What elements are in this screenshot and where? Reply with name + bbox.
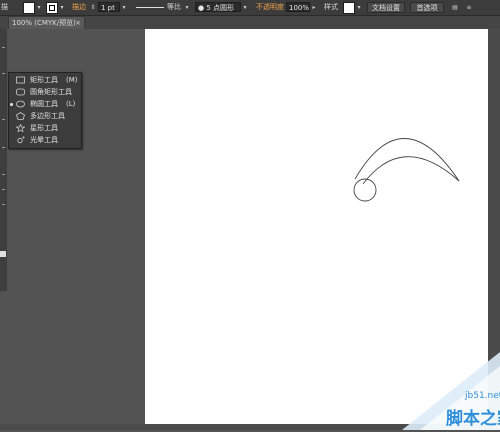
document-tab-label: 100% (CMYK/预览)	[12, 19, 76, 27]
document-tab[interactable]: 100% (CMYK/预览) ×	[8, 16, 85, 29]
watermark-brand: 脚本之家	[446, 409, 500, 429]
tools-panel	[0, 29, 7, 291]
flyout-item-rectangle[interactable]: 矩形工具 (M)	[9, 74, 81, 86]
selected-indicator-icon	[10, 103, 13, 106]
fill-swatch[interactable]	[23, 2, 35, 14]
stroke-profile-line	[136, 7, 164, 8]
stroke-weight-field[interactable]: 1 pt	[98, 2, 120, 12]
brush-label: 5 点圆形	[206, 4, 235, 12]
tool-grip-icon[interactable]	[2, 189, 5, 190]
flyout-item-star[interactable]: 星形工具	[9, 122, 81, 134]
flyout-item-polygon[interactable]: 多边形工具	[9, 110, 81, 122]
style-dropdown-icon[interactable]: ▾	[356, 3, 362, 12]
flyout-item-shortcut: (M)	[66, 76, 78, 84]
opacity-field[interactable]: 100%	[286, 2, 310, 12]
flyout-item-label: 多边形工具	[30, 112, 65, 120]
flyout-item-label: 椭圆工具	[30, 100, 58, 108]
crescent-shape[interactable]	[354, 138, 460, 185]
close-icon[interactable]: ×	[75, 17, 81, 29]
stroke-dropdown-icon[interactable]: ▾	[59, 3, 65, 12]
star-icon	[15, 123, 26, 133]
control-bar: 描 ▾ ▾ 描边 ⇕ 1 pt ▾ 等比 ▾ ● 5 点圆形 ▾ 不透明度 10…	[0, 0, 500, 16]
site-watermark: jb51.net 脚本之家	[402, 352, 500, 430]
tool-grip-icon[interactable]	[2, 147, 5, 148]
circle-shape[interactable]	[353, 178, 377, 202]
brush-dropdown-icon[interactable]: ▾	[242, 3, 248, 12]
flare-icon	[16, 136, 25, 144]
style-label: 样式	[324, 3, 338, 11]
tool-grip-icon[interactable]	[2, 119, 5, 120]
tool-grip-icon[interactable]	[2, 73, 5, 74]
rectangle-icon	[16, 76, 25, 84]
control-bar-label: 描	[1, 3, 8, 11]
shape-tool-flyout: 矩形工具 (M) 圆角矩形工具 椭圆工具 (L) 多边形工具 星形工具 光晕工具	[8, 72, 82, 149]
stroke-stepper-icon[interactable]: ⇕	[90, 3, 96, 12]
brush-dot-icon: ●	[198, 4, 205, 12]
arrange-documents-icon[interactable]: ▤	[452, 3, 458, 12]
flyout-item-label: 星形工具	[30, 124, 58, 132]
stroke-weight-dropdown-icon[interactable]: ▾	[121, 3, 127, 12]
stroke-profile-label[interactable]: 等比	[167, 2, 181, 13]
stroke-box-icon	[49, 5, 55, 11]
flyout-item-flare[interactable]: 光晕工具	[9, 134, 81, 146]
graphic-style-swatch[interactable]	[343, 2, 355, 14]
flyout-item-rounded-rectangle[interactable]: 圆角矩形工具	[9, 86, 81, 98]
opacity-label[interactable]: 不透明度	[256, 2, 284, 13]
watermark-domain: jb51.net	[465, 391, 500, 401]
flyout-item-ellipse[interactable]: 椭圆工具 (L)	[9, 98, 81, 110]
document-setup-button[interactable]: 文档设置	[367, 2, 405, 13]
stroke-label[interactable]: 描边	[72, 2, 86, 13]
tool-grip-icon[interactable]	[2, 47, 5, 48]
tool-grip-icon[interactable]	[2, 174, 5, 175]
fill-stroke-icon[interactable]	[0, 251, 6, 257]
fill-dropdown-icon[interactable]: ▾	[36, 3, 42, 12]
brush-field[interactable]: ● 5 点圆形	[195, 2, 241, 12]
rounded-rectangle-icon	[16, 88, 25, 96]
flyout-item-label: 矩形工具	[30, 76, 58, 84]
flyout-item-shortcut: (L)	[66, 100, 76, 108]
tool-grip-icon[interactable]	[2, 204, 5, 205]
panel-menu-icon[interactable]: ≡	[466, 3, 472, 12]
stroke-swatch[interactable]	[46, 2, 58, 14]
flyout-item-label: 光晕工具	[30, 136, 58, 144]
preferences-button[interactable]: 首选项	[410, 2, 444, 13]
profile-dropdown-icon[interactable]: ▾	[184, 3, 190, 12]
flyout-item-label: 圆角矩形工具	[30, 88, 72, 96]
opacity-dropdown-icon[interactable]: ▸	[311, 3, 317, 12]
polygon-icon	[16, 112, 25, 120]
ellipse-icon	[16, 100, 25, 108]
